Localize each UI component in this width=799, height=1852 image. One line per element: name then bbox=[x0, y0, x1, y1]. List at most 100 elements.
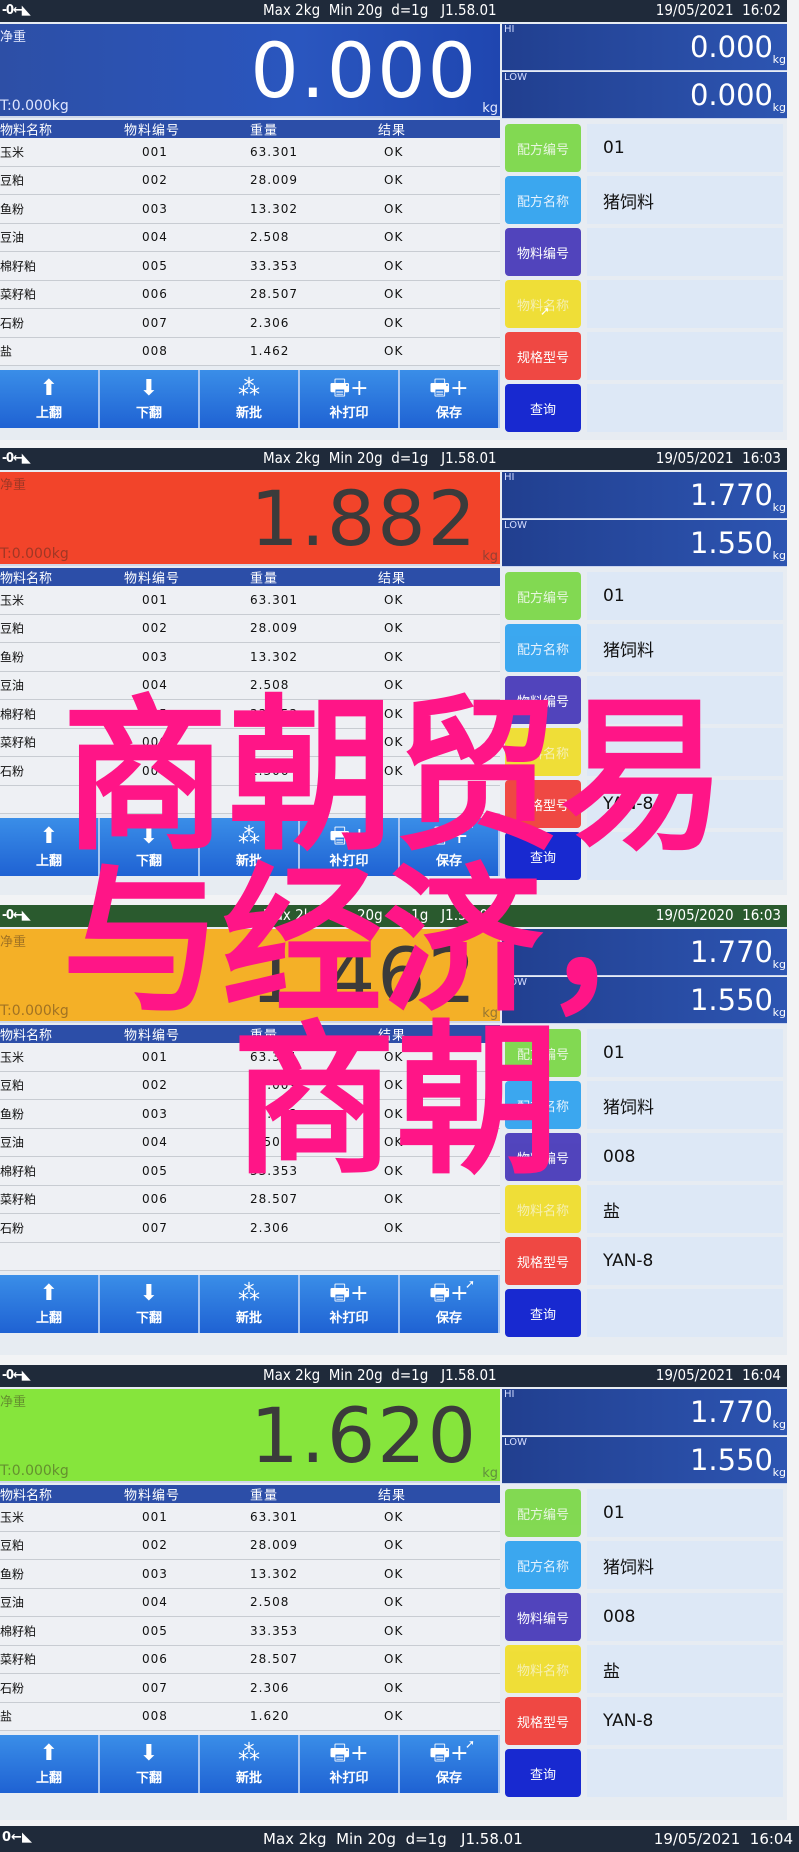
bottom-toolbar: ⬆ 上翻 ⬇ 下翻 ⁂ 新批 🖶+ 补打印 🖶+ 保存 bbox=[0, 370, 500, 428]
toolbar-button-3[interactable]: 🖶+ 补打印 bbox=[300, 370, 400, 428]
field-value[interactable] bbox=[587, 332, 783, 380]
toolbar-button-3[interactable]: 🖶+ 补打印 bbox=[300, 1275, 400, 1333]
side-button-5[interactable]: 查询 bbox=[505, 384, 581, 432]
field-value[interactable]: 01 bbox=[587, 1029, 783, 1077]
table-cell: OK bbox=[384, 315, 404, 330]
table-cell: 13.302 bbox=[250, 1566, 298, 1581]
table-row[interactable]: 豆油 004 2.508 OK bbox=[0, 223, 500, 252]
field-value[interactable]: 盐 bbox=[587, 1645, 783, 1693]
table-row[interactable]: 石粉 007 2.306 OK bbox=[0, 1214, 500, 1243]
toolbar-button-1[interactable]: ⬇ 下翻 bbox=[100, 1275, 200, 1333]
field-value[interactable]: YAN-8 bbox=[587, 1697, 783, 1745]
table-cell: 001 bbox=[142, 1509, 168, 1524]
side-button-5[interactable]: 查询 bbox=[505, 1749, 581, 1797]
field-value[interactable]: 猪饲料 bbox=[587, 1541, 783, 1589]
field-value[interactable]: 猪饲料 bbox=[587, 624, 783, 672]
field-value[interactable]: 猪饲料 bbox=[587, 176, 783, 224]
side-button-2[interactable]: 物料编号 bbox=[505, 1593, 581, 1641]
toolbar-button-4[interactable]: 🖶+ 保存 bbox=[400, 1735, 500, 1793]
arrow-down-icon: ⬇ bbox=[139, 1281, 159, 1306]
table-row[interactable]: 豆粕 002 28.009 OK bbox=[0, 614, 500, 643]
table-cell: 棉籽粕 bbox=[0, 1624, 37, 1639]
table-row[interactable]: 豆油 004 2.508 OK bbox=[0, 1588, 500, 1617]
table-cell: OK bbox=[384, 258, 404, 273]
field-value[interactable] bbox=[587, 228, 783, 276]
table-row[interactable]: 石粉 007 2.306 OK bbox=[0, 309, 500, 338]
toolbar-button-1[interactable]: ⬇ 下翻 bbox=[100, 370, 200, 428]
printer-plus-icon: 🖶+ bbox=[329, 1741, 369, 1766]
field-value[interactable]: YAN-8 bbox=[587, 1237, 783, 1285]
table-row[interactable]: 鱼粉 003 13.302 OK bbox=[0, 643, 500, 672]
tare-value: T:0.000kg bbox=[0, 1003, 69, 1019]
table-cell: 2.306 bbox=[250, 1680, 290, 1695]
field-value[interactable]: 008 bbox=[587, 1593, 783, 1641]
tare-value: T:0.000kg bbox=[0, 1463, 69, 1479]
table-row[interactable]: 盐 008 1.462 OK bbox=[0, 337, 500, 366]
field-value[interactable] bbox=[587, 1749, 783, 1797]
side-button-0[interactable]: 配方编号 bbox=[505, 572, 581, 620]
toolbar-button-2[interactable]: ⁂ 新批 bbox=[200, 1735, 300, 1793]
field-value[interactable]: 盐 bbox=[587, 1185, 783, 1233]
table-row[interactable] bbox=[0, 1242, 500, 1271]
field-value[interactable]: 01 bbox=[587, 572, 783, 620]
side-button-0[interactable]: 配方编号 bbox=[505, 124, 581, 172]
toolbar-button-2[interactable]: ⁂ 新批 bbox=[200, 1275, 300, 1333]
hi-limit[interactable]: HI 1.770 kg bbox=[502, 1389, 787, 1436]
field-value[interactable] bbox=[587, 384, 783, 432]
low-limit[interactable]: LOW 0.000 kg bbox=[502, 72, 787, 119]
field-value[interactable] bbox=[587, 280, 783, 328]
table-row[interactable]: 鱼粉 003 13.302 OK bbox=[0, 1560, 500, 1589]
table-row[interactable]: 菜籽粕 006 28.507 OK bbox=[0, 280, 500, 309]
toolbar-button-label: 下翻 bbox=[135, 1771, 162, 1786]
table-cell: 豆粕 bbox=[0, 1078, 25, 1093]
toolbar-button-0[interactable]: ⬆ 上翻 bbox=[0, 1275, 100, 1333]
field-value[interactable] bbox=[587, 1289, 783, 1337]
table-cell: OK bbox=[384, 1566, 404, 1581]
table-row[interactable]: 石粉 007 2.306 OK bbox=[0, 1674, 500, 1703]
column-header: 物料编号 bbox=[124, 123, 181, 139]
table-row[interactable]: 豆粕 002 28.009 OK bbox=[0, 166, 500, 195]
table-cell: 豆粕 bbox=[0, 1538, 25, 1553]
low-limit[interactable]: LOW 1.550 kg bbox=[502, 520, 787, 567]
side-button-3[interactable]: 物料名称 bbox=[505, 1645, 581, 1693]
low-value: 1.550 bbox=[689, 1443, 773, 1477]
materials-table: 物料名称 物料编号 重量 结果 玉米 001 63.301 OK 豆粕 002 28.009 OK 鱼… bbox=[0, 120, 500, 366]
table-row[interactable]: 玉米 001 63.301 OK bbox=[0, 138, 500, 167]
side-button-4[interactable]: 规格型号 bbox=[505, 1237, 581, 1285]
hi-limit[interactable]: HI 1.770 kg bbox=[502, 472, 787, 519]
side-button-4[interactable]: 规格型号 bbox=[505, 1697, 581, 1745]
table-row[interactable]: 鱼粉 003 13.302 OK bbox=[0, 195, 500, 224]
toolbar-button-4[interactable]: 🖶+ 保存 bbox=[400, 1275, 500, 1333]
toolbar-button-1[interactable]: ⬇ 下翻 bbox=[100, 1735, 200, 1793]
side-button-4[interactable]: 规格型号 bbox=[505, 332, 581, 380]
field-value[interactable]: 01 bbox=[587, 1489, 783, 1537]
scale-spec: Max 2kg Min 20g d=1g J1.58.01 bbox=[263, 1366, 497, 1384]
table-row[interactable]: 棉籽粕 005 33.353 OK bbox=[0, 252, 500, 281]
side-button-1[interactable]: 配方名称 bbox=[505, 1541, 581, 1589]
field-value[interactable]: 01 bbox=[587, 124, 783, 172]
table-cell: 006 bbox=[142, 1192, 168, 1207]
table-row[interactable]: 玉米 001 63.301 OK bbox=[0, 1503, 500, 1532]
table-row[interactable]: 玉米 001 63.301 OK bbox=[0, 586, 500, 615]
toolbar-button-0[interactable]: ⬆ 上翻 bbox=[0, 370, 100, 428]
low-limit[interactable]: LOW 1.550 kg bbox=[502, 1437, 787, 1484]
side-button-2[interactable]: 物料编号 bbox=[505, 228, 581, 276]
table-cell: 004 bbox=[142, 1595, 168, 1610]
toolbar-button-label: 保存 bbox=[435, 1311, 462, 1326]
table-row[interactable]: 盐 008 1.620 OK bbox=[0, 1702, 500, 1731]
side-button-5[interactable]: 查询 bbox=[505, 1289, 581, 1337]
side-button-1[interactable]: 配方名称 bbox=[505, 624, 581, 672]
column-header: 物料名称 bbox=[0, 571, 53, 587]
table-row[interactable]: 棉籽粕 005 33.353 OK bbox=[0, 1617, 500, 1646]
hi-limit[interactable]: HI 0.000 kg bbox=[502, 24, 787, 71]
toolbar-button-0[interactable]: ⬆ 上翻 bbox=[0, 1735, 100, 1793]
field-value[interactable]: 猪饲料 bbox=[587, 1081, 783, 1129]
table-row[interactable]: 菜籽粕 006 28.507 OK bbox=[0, 1645, 500, 1674]
toolbar-button-2[interactable]: ⁂ 新批 bbox=[200, 370, 300, 428]
toolbar-button-4[interactable]: 🖶+ 保存 bbox=[400, 370, 500, 428]
toolbar-button-3[interactable]: 🖶+ 补打印 bbox=[300, 1735, 400, 1793]
table-row[interactable]: 豆粕 002 28.009 OK bbox=[0, 1531, 500, 1560]
side-button-1[interactable]: 配方名称 bbox=[505, 176, 581, 224]
side-button-0[interactable]: 配方编号 bbox=[505, 1489, 581, 1537]
field-value[interactable]: 008 bbox=[587, 1133, 783, 1181]
